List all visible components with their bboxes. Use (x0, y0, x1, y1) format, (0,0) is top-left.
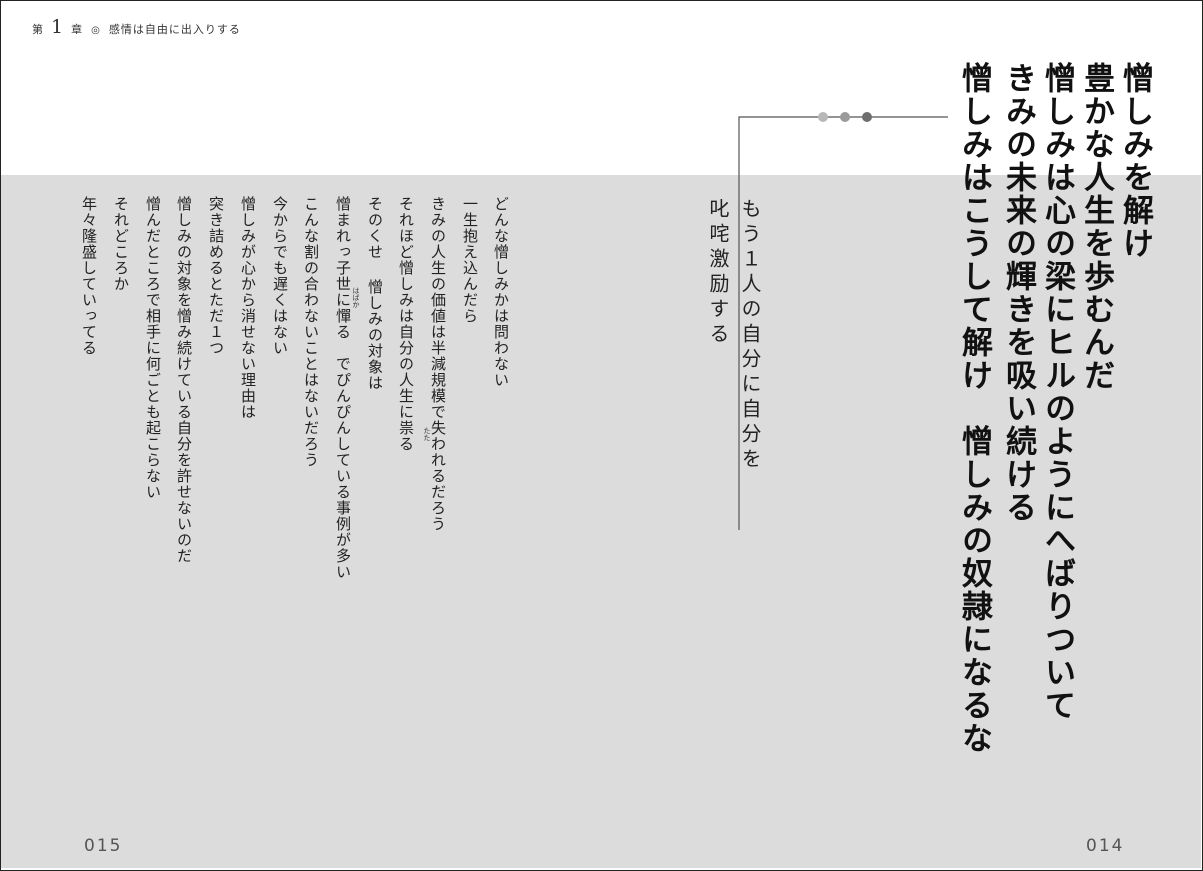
title-line: きみの未来の輝きを吸い続ける (1000, 62, 1036, 524)
body-line: きみの人生の価値は半減規模で失われるだろう (429, 196, 447, 532)
title-line: 憎しみを解け (1117, 62, 1153, 260)
body-line: どんな憎しみかは問わない (492, 196, 510, 388)
body-line: そのくせ 憎しみの対象は (366, 196, 384, 391)
body-line: こんな割の合わないことはないだろう (302, 196, 320, 468)
subtitle-line: 叱咤激励する (706, 198, 730, 348)
dot-icon (840, 112, 850, 122)
body-line: 一生抱え込んだら (461, 196, 479, 324)
body-line: 憎しみが心から消せない理由は (239, 196, 257, 420)
dot-icon (862, 112, 872, 122)
body-line: 突き詰めるとただ１つ (207, 196, 225, 356)
dot-icon (818, 112, 828, 122)
bracket-rule-line (738, 116, 948, 530)
body-line: それほど憎しみは自分の人生に祟る (397, 196, 415, 452)
title-line: 豊かな人生を歩むんだ (1078, 62, 1114, 392)
body-line: 憎しみの対象を憎み続けている自分を許せないのだ (175, 196, 193, 564)
ruby-annotation: たた (423, 427, 431, 441)
body-line: 憎んだところで相手に何ごとも起こらない (144, 196, 162, 500)
title-line: 憎しみは心の梁にヒルのようにへばりついて (1039, 62, 1075, 722)
body-line: 今からでも遅くはない (271, 196, 289, 356)
title-line: 憎しみはこうして解け 憎しみの奴隷になるな (956, 62, 992, 755)
page-number-right: 014 (1086, 836, 1125, 856)
ruby-annotation: はばか (352, 287, 360, 308)
page-number-left: 015 (84, 836, 123, 856)
subtitle-line: もう１人の自分に自分を (738, 198, 762, 473)
body-line: 憎まれっ子世に憚る でぴんぴんしている事例が多い (334, 196, 352, 580)
body-line: それどころか (112, 196, 130, 292)
body-line: 年々隆盛していってる (80, 196, 98, 356)
